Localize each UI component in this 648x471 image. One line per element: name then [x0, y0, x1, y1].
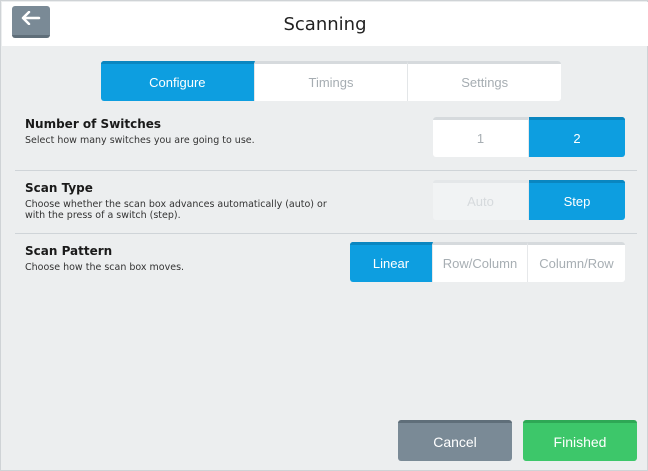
scan-pattern-option-column-row[interactable]: Column/Row [528, 242, 625, 282]
scan-type-option-step[interactable]: Step [529, 180, 625, 220]
finished-button[interactable]: Finished [523, 420, 637, 461]
back-button[interactable] [12, 6, 50, 38]
scan-type-selector: Auto Step [433, 180, 625, 220]
scan-type-description: Choose whether the scan box advances aut… [25, 199, 327, 221]
switches-option-1[interactable]: 1 [433, 117, 529, 157]
app-window: Scanning Configure Timings Settings Numb… [0, 0, 648, 471]
switches-selector: 1 2 [433, 117, 625, 157]
tab-configure[interactable]: Configure [101, 61, 255, 101]
scan-pattern-selector: Linear Row/Column Column/Row [350, 242, 625, 282]
divider [15, 170, 637, 171]
scan-type-option-auto[interactable]: Auto [433, 180, 529, 220]
scan-pattern-option-linear[interactable]: Linear [350, 242, 433, 282]
scan-pattern-description: Choose how the scan box moves. [25, 262, 185, 273]
tab-timings[interactable]: Timings [254, 61, 409, 101]
cancel-button[interactable]: Cancel [398, 420, 512, 461]
header-bar: Scanning [2, 2, 648, 46]
switches-description: Select how many switches you are going t… [25, 135, 255, 146]
scan-pattern-option-row-column[interactable]: Row/Column [433, 242, 528, 282]
page-title: Scanning [283, 13, 367, 35]
tab-settings[interactable]: Settings [408, 61, 561, 101]
divider [15, 233, 637, 234]
arrow-left-icon [21, 10, 41, 30]
tab-bar: Configure Timings Settings [101, 61, 561, 101]
switches-option-2[interactable]: 2 [529, 117, 625, 157]
